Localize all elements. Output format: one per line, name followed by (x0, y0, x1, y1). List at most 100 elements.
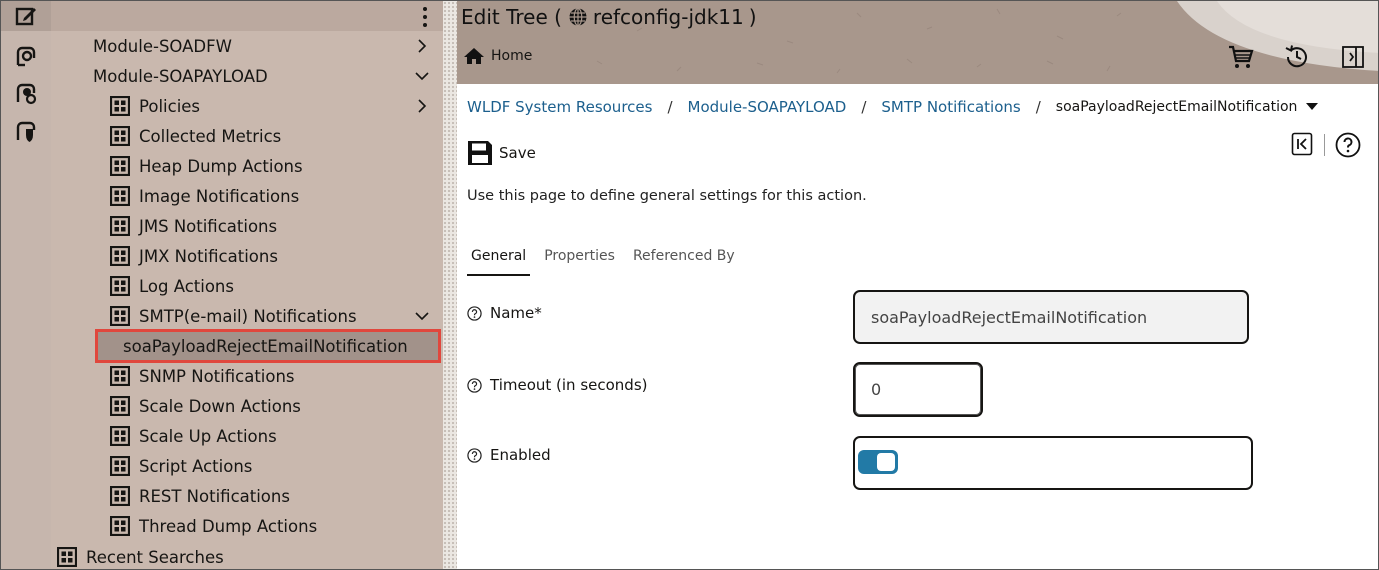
breadcrumb: WLDF System Resources / Module-SOAPAYLOA… (467, 98, 1319, 116)
page-header: Edit Tree ( refconfig-jdk11 ) Home (457, 1, 1378, 84)
breadcrumb-link-module[interactable]: Module-SOAPAYLOAD (688, 98, 847, 116)
save-label: Save (499, 144, 536, 162)
tree-item-label: Log Actions (139, 276, 234, 296)
breadcrumb-current: soaPayloadRejectEmailNotification (1055, 99, 1298, 115)
tree-item-label: Recent Searches (86, 547, 224, 567)
page-description: Use this page to define general settings… (467, 188, 867, 204)
timeout-field[interactable]: 0 (853, 362, 983, 417)
tree-item-label: SNMP Notifications (139, 366, 295, 386)
chevron-down-icon[interactable] (415, 309, 429, 323)
save-button[interactable]: Save (467, 140, 536, 166)
title-suffix: ) (748, 5, 757, 29)
tab-referenced-by[interactable]: Referenced By (629, 246, 739, 276)
chevron-right-icon[interactable] (415, 99, 429, 113)
tab-general[interactable]: General (467, 246, 531, 276)
tree-item[interactable]: Script Actions (110, 451, 252, 481)
tree-item[interactable]: Thread Dump Actions (110, 511, 317, 541)
help-icon[interactable] (467, 377, 482, 393)
enabled-label: Enabled (490, 446, 551, 464)
grid-icon (110, 276, 130, 296)
tree-item-label: Module-SOADFW (93, 36, 232, 56)
history-icon[interactable] (1283, 43, 1311, 71)
tree-item-label: Scale Down Actions (139, 396, 301, 416)
tree-item[interactable]: SNMP Notifications (110, 361, 295, 391)
tree-item-selected[interactable]: soaPayloadRejectEmailNotification (95, 329, 441, 363)
tree-item[interactable]: Scale Up Actions (110, 421, 277, 451)
grid-icon (110, 426, 130, 446)
breadcrumb-link-wldf[interactable]: WLDF System Resources (467, 98, 652, 116)
grid-icon (110, 216, 130, 236)
grid-icon (57, 547, 77, 567)
navigation-tree: Module-SOADFW Module-SOAPAYLOAD Policies… (51, 1, 443, 569)
icon-rail (1, 1, 51, 569)
tree-item[interactable]: Module-SOADFW (93, 31, 232, 61)
tree-item[interactable]: Scale Down Actions (110, 391, 301, 421)
breadcrumb-separator: / (1035, 98, 1041, 116)
help-icon[interactable] (467, 305, 482, 321)
tab-properties[interactable]: Properties (540, 246, 619, 276)
enabled-toggle[interactable] (858, 450, 898, 474)
help-icon[interactable] (467, 447, 482, 463)
tree-item[interactable]: JMX Notifications (110, 241, 278, 271)
chevron-right-icon[interactable] (415, 39, 429, 53)
grid-icon (110, 126, 130, 146)
home-link[interactable]: Home (463, 47, 532, 65)
security-data-tree-icon[interactable] (9, 117, 43, 147)
tree-item[interactable]: REST Notifications (110, 481, 290, 511)
tree-item-label: Policies (139, 96, 201, 116)
chevron-down-icon[interactable] (415, 69, 429, 83)
toggle-knob (877, 453, 895, 471)
panel-splitter[interactable] (443, 1, 457, 569)
collapse-panel-icon[interactable] (1291, 132, 1313, 156)
tree-item[interactable]: SMTP(e-mail) Notifications (110, 301, 357, 331)
name-value: soaPayloadRejectEmailNotification (871, 307, 1148, 327)
breadcrumb-separator: / (667, 98, 673, 116)
grid-icon (110, 186, 130, 206)
sidebar-panel-icon[interactable] (1339, 43, 1367, 71)
tree-item[interactable]: Collected Metrics (110, 121, 281, 151)
title-config-name: refconfig-jdk11 (592, 5, 744, 29)
tree-item[interactable]: Module-SOAPAYLOAD (93, 61, 268, 91)
name-row: Name* (467, 304, 542, 322)
tree-item-label: Collected Metrics (139, 126, 282, 146)
app-window: Module-SOADFW Module-SOAPAYLOAD Policies… (0, 0, 1379, 570)
enabled-row: Enabled (467, 446, 551, 464)
title-prefix: Edit Tree ( (461, 5, 562, 29)
caret-down-icon[interactable] (1306, 103, 1319, 111)
tab-bar: General Properties Referenced By (467, 246, 749, 276)
name-field[interactable]: soaPayloadRejectEmailNotification (853, 290, 1249, 344)
tree-item-label: SMTP(e-mail) Notifications (139, 306, 357, 326)
configuration-view-icon[interactable] (9, 42, 43, 72)
tree-item-label: JMX Notifications (139, 246, 278, 266)
more-options-icon[interactable] (417, 7, 433, 27)
tree-item[interactable]: Policies (110, 91, 200, 121)
tree-item[interactable]: JMS Notifications (110, 211, 277, 241)
tree-item-label: Scale Up Actions (139, 426, 277, 446)
home-icon (464, 48, 484, 64)
tree-item[interactable]: Heap Dump Actions (110, 151, 303, 181)
tree-item[interactable]: Log Actions (110, 271, 234, 301)
tree-toolbar (51, 1, 443, 31)
grid-icon (110, 456, 130, 476)
tree-item-label: JMS Notifications (139, 216, 278, 236)
grid-icon (110, 366, 130, 386)
edit-tree-icon[interactable] (1, 1, 51, 31)
tree-item-label: Script Actions (139, 456, 253, 476)
page-title: Edit Tree ( refconfig-jdk11 ) (461, 5, 757, 29)
monitoring-tree-icon[interactable] (9, 79, 43, 109)
shopping-cart-icon[interactable] (1227, 43, 1255, 71)
tree-item[interactable]: Image Notifications (110, 181, 299, 211)
breadcrumb-link-smtp[interactable]: SMTP Notifications (881, 98, 1020, 116)
toolbar-divider (1324, 134, 1325, 156)
recent-searches-item[interactable]: Recent Searches (57, 542, 224, 569)
grid-icon (110, 156, 130, 176)
home-label: Home (491, 48, 533, 64)
timeout-value: 0 (871, 380, 882, 399)
enabled-field (853, 436, 1253, 490)
help-icon[interactable] (1335, 132, 1361, 158)
grid-icon (110, 246, 130, 266)
tree-item-label: Image Notifications (139, 186, 300, 206)
tree-item-label: Heap Dump Actions (139, 156, 303, 176)
main-content: WLDF System Resources / Module-SOAPAYLOA… (457, 84, 1378, 569)
tree-item-label: Thread Dump Actions (139, 516, 318, 536)
